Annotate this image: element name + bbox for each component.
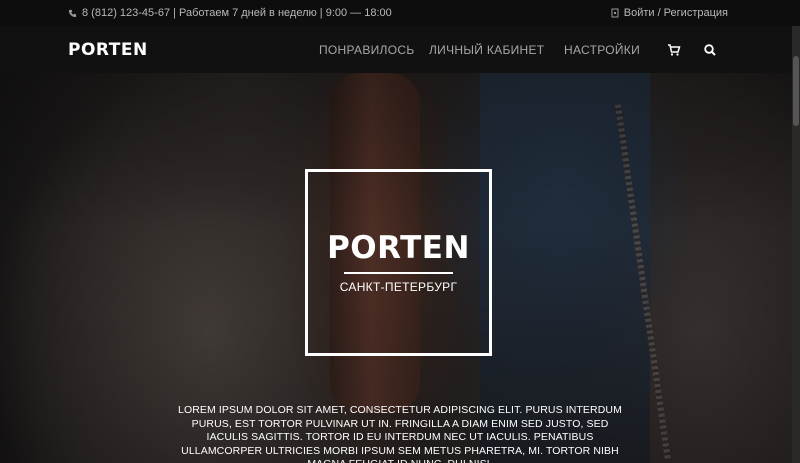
contact-info: 8 (812) 123-45-67 | Работаем 7 дней в не… [68, 7, 392, 19]
cart-icon[interactable] [667, 43, 681, 57]
login-link[interactable]: Войти / Регистрация [611, 7, 728, 19]
login-icon [611, 8, 619, 18]
page-scrollbar[interactable] [792, 26, 800, 463]
hero-description: Lorem ipsum dolor sit amet, consectetur … [178, 404, 622, 463]
contact-text: 8 (812) 123-45-67 | Работаем 7 дней в не… [82, 7, 392, 19]
nav-item-favorites[interactable]: ПОНРАВИЛОСЬ [319, 43, 415, 57]
phone-icon [68, 9, 77, 17]
hero-city: САНКТ-ПЕТЕРБУРГ [339, 280, 458, 294]
hero-logo-box: PORTEN САНКТ-ПЕТЕРБУРГ [305, 169, 492, 356]
nav-item-account[interactable]: ЛИЧНЫЙ КАБИНЕТ [429, 43, 544, 57]
top-bar: 8 (812) 123-45-67 | Работаем 7 дней в не… [0, 0, 800, 26]
scrollbar-thumb[interactable] [793, 56, 799, 126]
site-logo[interactable]: PORTEN [68, 40, 148, 60]
hero-banner: PORTEN САНКТ-ПЕТЕРБУРГ Lorem ipsum dolor… [0, 73, 800, 463]
login-label[interactable]: Войти / Регистрация [624, 7, 728, 19]
hero-logo-divider [344, 272, 453, 274]
nav-item-settings[interactable]: НАСТРОЙКИ [564, 43, 640, 57]
main-nav: PORTEN ПОНРАВИЛОСЬ ЛИЧНЫЙ КАБИНЕТ НАСТРО… [0, 26, 800, 73]
search-icon[interactable] [703, 43, 717, 57]
hero-logo: PORTEN [327, 230, 470, 266]
